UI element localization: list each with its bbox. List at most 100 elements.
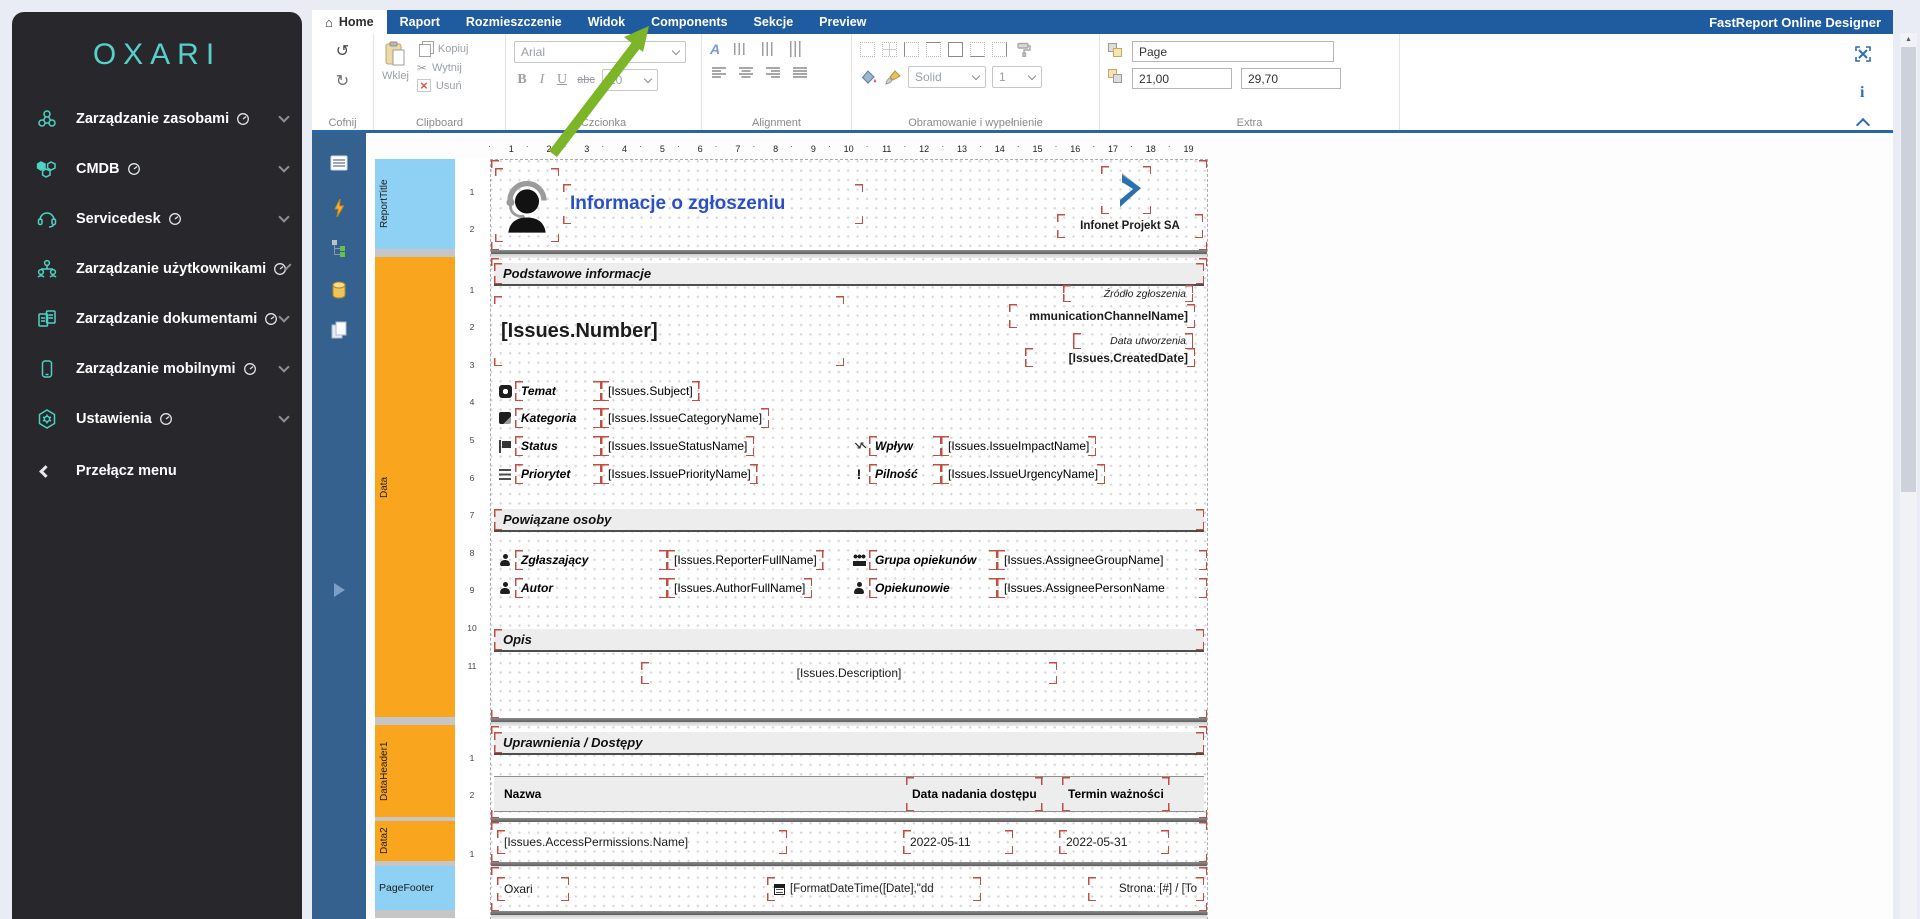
band-data2[interactable]: [Issues.AccessPermissions.Name] 2022-05-… — [491, 822, 1207, 862]
field-value[interactable]: [Issues.ReporterFullName] — [667, 550, 824, 570]
field-value[interactable]: [Issues.IssueStatusName] — [601, 436, 754, 456]
band-separator[interactable] — [375, 717, 455, 725]
field-label[interactable]: Pilność — [869, 464, 941, 484]
source-value-field[interactable]: mmunicationChannelName] — [1009, 304, 1195, 328]
company-logo-image[interactable] — [1101, 166, 1151, 214]
report-avatar-image[interactable] — [495, 168, 559, 242]
field-value[interactable]: [Issues.IssueUrgencyName] — [941, 464, 1105, 484]
permissions-name-field[interactable]: [Issues.AccessPermissions.Name] — [497, 830, 787, 854]
brush-icon[interactable] — [884, 69, 902, 85]
bold-button[interactable]: B — [514, 72, 530, 88]
field-value[interactable]: [Issues.AssigneeGroupName] — [997, 550, 1207, 570]
font-family-select[interactable]: Arial — [514, 41, 686, 63]
bring-to-front-icon[interactable] — [1108, 43, 1124, 59]
border-bottom-icon[interactable] — [970, 42, 985, 57]
info-icon[interactable]: i — [1860, 84, 1864, 102]
cut-button[interactable]: ✂ Wytnij — [417, 61, 469, 75]
field-label[interactable]: Temat — [515, 381, 601, 401]
border-all-dotted-icon[interactable] — [882, 42, 897, 57]
sidebar-item-dokumenty[interactable]: Zarządzanie dokumentami — [12, 294, 302, 344]
tab-sekcje[interactable]: Sekcje — [741, 10, 807, 34]
text-direction-vertical-icon[interactable] — [730, 41, 748, 57]
sidebar-item-zasoby[interactable]: Zarządzanie zasobami — [12, 94, 302, 144]
font-color-button[interactable]: A — [710, 41, 720, 57]
permissions-date-field[interactable]: 2022-05-11 — [903, 830, 1013, 854]
section-header-permissions[interactable]: Uprawnienia / Dostępy — [494, 732, 1204, 755]
field-value[interactable]: [Issues.AuthorFullName] — [667, 578, 812, 598]
created-value-field[interactable]: [Issues.CreatedDate] — [1025, 348, 1195, 367]
report-tree-icon[interactable] — [312, 239, 366, 257]
border-outer-icon[interactable] — [948, 42, 963, 57]
text-direction-rotate-icon[interactable] — [786, 41, 804, 57]
undo-button[interactable]: ↺ — [336, 41, 349, 61]
footer-date-field[interactable]: [FormatDateTime([Date],"dd — [767, 877, 981, 901]
border-right-icon[interactable] — [992, 42, 1007, 57]
band-label-pagefooter[interactable]: PageFooter — [375, 866, 455, 910]
border-top-icon[interactable] — [926, 42, 941, 57]
align-justify-icon[interactable] — [791, 65, 809, 81]
events-lightning-icon[interactable] — [312, 199, 366, 217]
band-label-data2[interactable]: Data2 — [375, 821, 455, 861]
field-label[interactable]: Grupa opiekunów — [869, 550, 997, 570]
tab-raport[interactable]: Raport — [387, 10, 453, 34]
sidebar-toggle-menu[interactable]: Przełącz menu — [12, 446, 302, 496]
report-title-text[interactable]: Informacje o zgłoszeniu — [563, 184, 863, 224]
tab-widok[interactable]: Widok — [575, 10, 638, 34]
italic-button[interactable]: I — [535, 72, 549, 88]
data-source-icon[interactable] — [312, 281, 366, 299]
underline-button[interactable]: U — [554, 72, 570, 88]
paste-icon[interactable] — [384, 41, 406, 67]
border-width-select[interactable]: 1 — [992, 66, 1042, 88]
sidebar-item-uzytkownicy[interactable]: Zarządzanie użytkownikami — [12, 244, 302, 294]
vertical-scrollbar[interactable]: ▲ — [1900, 33, 1917, 919]
sidebar-item-servicedesk[interactable]: Servicedesk — [12, 194, 302, 244]
properties-icon[interactable] — [312, 155, 366, 171]
description-field[interactable]: [Issues.Description] — [641, 662, 1057, 684]
created-label[interactable]: Data utworzenia — [1073, 333, 1193, 349]
field-label[interactable]: Zgłaszający — [515, 550, 667, 570]
border-left-icon[interactable] — [904, 42, 919, 57]
align-left-icon[interactable] — [710, 65, 728, 81]
send-to-back-icon[interactable] — [1108, 69, 1124, 85]
sidebar-item-mobilne[interactable]: Zarządzanie mobilnymi — [12, 344, 302, 394]
col-header-data-nadania[interactable]: Data nadania dostępu — [906, 777, 1043, 811]
strikethrough-button[interactable]: abc — [575, 74, 597, 86]
band-label-reporttitle[interactable]: ReportTitle — [375, 159, 455, 249]
collapse-ribbon-icon[interactable] — [1858, 120, 1868, 130]
tab-rozmieszczenie[interactable]: Rozmieszczenie — [453, 10, 575, 34]
fill-color-icon[interactable] — [860, 69, 878, 85]
band-label-dataheader1[interactable]: DataHeader1 — [375, 725, 455, 817]
section-header-opis[interactable]: Opis — [494, 629, 1204, 652]
section-header-people[interactable]: Powiązane osoby — [494, 509, 1204, 532]
font-size-select[interactable]: 10 — [602, 69, 658, 91]
field-label[interactable]: Wpływ — [869, 436, 941, 456]
band-pagefooter[interactable]: Oxari [FormatDateTime([Date],"dd Strona:… — [491, 867, 1207, 911]
sidebar-item-ustawienia[interactable]: Ustawienia — [12, 394, 302, 444]
band-separator[interactable] — [375, 910, 455, 918]
issue-number-field[interactable]: [Issues.Number] — [494, 296, 844, 366]
band-label-data[interactable]: Data — [375, 257, 455, 717]
field-label[interactable]: Autor — [515, 578, 667, 598]
band-reporttitle[interactable]: Informacje o zgłoszeniu Infonet Projekt … — [491, 160, 1207, 250]
field-label[interactable]: Opiekunowie — [869, 578, 997, 598]
scrollbar-thumb[interactable] — [1901, 47, 1916, 492]
field-value[interactable]: [Issues.IssueImpactName] — [941, 436, 1096, 456]
field-value[interactable]: [Issues.IssuePriorityName] — [601, 464, 758, 484]
scroll-up-arrow[interactable]: ▲ — [1900, 36, 1917, 43]
page-name-input[interactable] — [1132, 41, 1334, 62]
band-separator[interactable] — [375, 249, 455, 257]
col-header-nazwa[interactable]: Nazwa — [504, 777, 541, 811]
align-center-icon[interactable] — [737, 65, 755, 81]
paint-roller-icon[interactable] — [1014, 41, 1032, 57]
tab-components[interactable]: Components — [638, 10, 740, 34]
source-label[interactable]: Źródło zgłoszenia — [1063, 285, 1193, 302]
col-header-termin[interactable]: Termin ważności — [1062, 777, 1170, 811]
delete-button[interactable]: × Usuń — [417, 79, 469, 92]
field-label[interactable]: Kategoria — [515, 408, 601, 428]
redo-button[interactable]: ↻ — [336, 71, 349, 91]
sidebar-item-cmdb[interactable]: CMDB — [12, 144, 302, 194]
copy-button[interactable]: Kopiuj — [417, 41, 469, 57]
company-logo-caption[interactable]: Infonet Projekt SA — [1057, 214, 1203, 238]
paste-button[interactable]: Wklej — [382, 70, 409, 82]
copy-pages-icon[interactable] — [312, 321, 366, 339]
